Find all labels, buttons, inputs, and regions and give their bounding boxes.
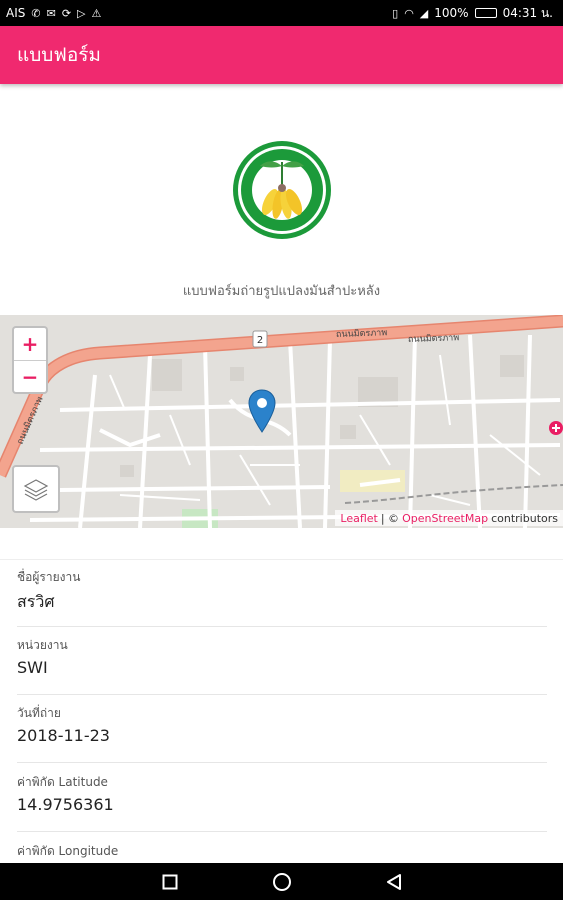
- field-label: หน่วยงาน: [17, 638, 68, 652]
- navigation-bar: [0, 863, 563, 900]
- home-button[interactable]: [271, 871, 293, 893]
- play-icon: ▷: [77, 6, 86, 20]
- field-latitude[interactable]: ค่าพิกัด Latitude 14.9756361: [17, 765, 547, 832]
- recents-button[interactable]: [159, 871, 181, 893]
- call-icon: ✆: [31, 6, 41, 20]
- form-subtitle: แบบฟอร์มถ่ายรูปแปลงมันสำปะหลัง: [182, 284, 381, 299]
- recents-icon: [162, 874, 177, 889]
- battery-icon: [474, 8, 497, 18]
- road-label-2: ถนนมิตรภาพ: [408, 332, 460, 345]
- clock: 04:31 น.: [502, 5, 553, 20]
- field-value[interactable]: 2018-11-23: [17, 726, 110, 745]
- zoom-out-button[interactable]: −: [14, 360, 46, 392]
- field-label: วันที่ถ่าย: [17, 706, 61, 720]
- attribution-contributors: contributors: [491, 511, 558, 525]
- organization-logo: [232, 141, 331, 239]
- app-bar: แบบฟอร์ม: [0, 26, 563, 84]
- location-marker-icon[interactable]: [248, 389, 276, 433]
- field-value[interactable]: SWI: [17, 658, 48, 677]
- status-left: AIS ✆ ✉ ⟳ ▷ ⚠: [6, 6, 101, 20]
- map-view[interactable]: 2 ถนนมิตรภาพ ถนนมิตรภาพ ถนนมิตรภาพ: [0, 315, 563, 528]
- leaflet-link[interactable]: Leaflet: [340, 512, 377, 525]
- map-tiles[interactable]: 2 ถนนมิตรภาพ ถนนมิตรภาพ ถนนมิตรภาพ: [0, 315, 563, 528]
- zoom-control: + −: [12, 326, 48, 394]
- field-label: ชื่อผู้รายงาน: [17, 570, 81, 584]
- zoom-in-button[interactable]: +: [14, 328, 46, 360]
- field-label: ค่าพิกัด Longitude: [17, 844, 119, 858]
- field-reporter-name[interactable]: ชื่อผู้รายงาน สรวิศ: [17, 560, 547, 627]
- battery-percent: 100%: [434, 6, 469, 20]
- back-icon: [386, 873, 401, 890]
- carrier-label: AIS: [6, 6, 26, 20]
- field-value[interactable]: สรวิศ: [17, 590, 55, 615]
- map-attribution: Leaflet | © OpenStreetMap contributors: [335, 510, 563, 526]
- field-photo-date[interactable]: วันที่ถ่าย 2018-11-23: [17, 696, 547, 763]
- logo-container: [0, 140, 563, 240]
- wifi-icon: ◠: [404, 6, 414, 20]
- signal-icon: ◢: [419, 6, 429, 20]
- layers-button[interactable]: [12, 465, 60, 513]
- vibrate-icon: ▯: [392, 6, 399, 20]
- message-icon: ✉: [46, 6, 56, 20]
- field-value[interactable]: 14.9756361: [17, 795, 114, 814]
- back-button[interactable]: [383, 871, 405, 893]
- sync-icon: ⟳: [61, 6, 72, 20]
- app-title: แบบฟอร์ม: [17, 44, 101, 66]
- layers-icon: [23, 479, 49, 501]
- route-number: 2: [257, 335, 263, 346]
- home-icon: [272, 872, 291, 891]
- field-label: ค่าพิกัด Latitude: [17, 775, 108, 789]
- attribution-separator: | ©: [380, 511, 400, 525]
- osm-link[interactable]: OpenStreetMap: [402, 512, 488, 525]
- road-label-1: ถนนมิตรภาพ: [336, 327, 388, 340]
- status-right: ▯ ◠ ◢ 100% 04:31 น.: [392, 4, 553, 23]
- field-agency[interactable]: หน่วยงาน SWI: [17, 628, 547, 695]
- warning-icon: ⚠: [91, 6, 102, 20]
- status-bar: AIS ✆ ✉ ⟳ ▷ ⚠ ▯ ◠ ◢ 100% 04:31 น.: [0, 0, 563, 26]
